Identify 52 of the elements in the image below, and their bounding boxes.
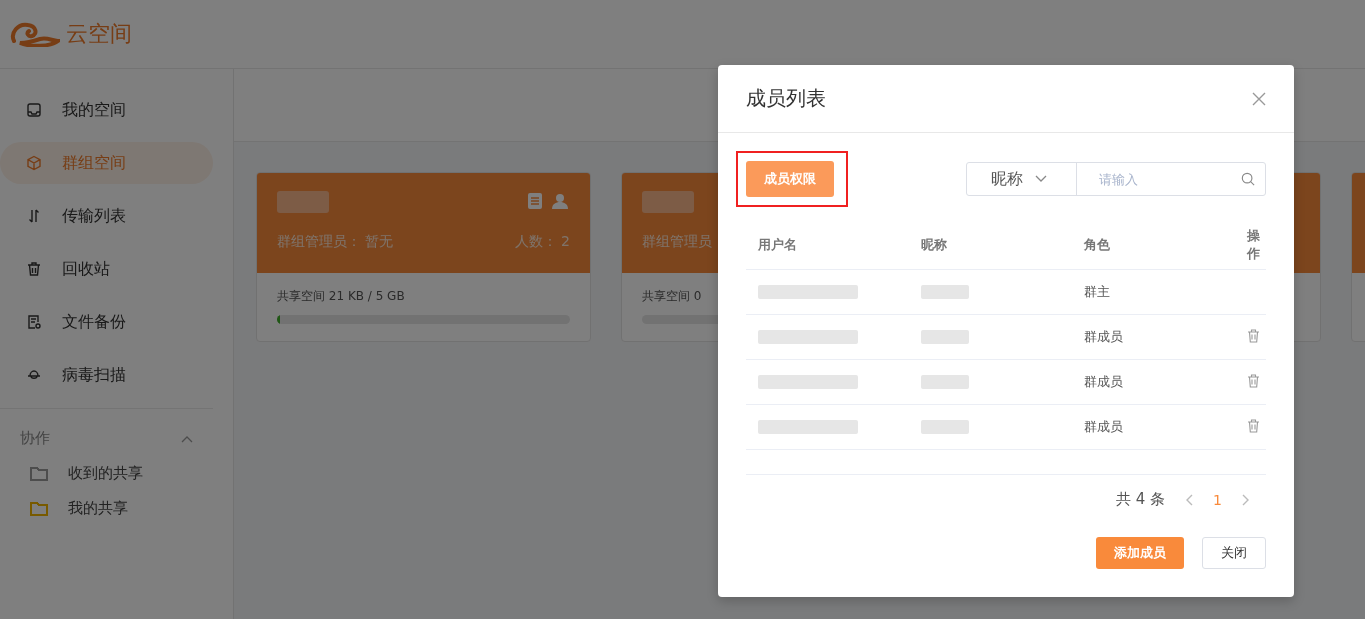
search-icon xyxy=(1241,171,1255,187)
section-header[interactable]: 协作 xyxy=(0,421,233,456)
trash-icon[interactable] xyxy=(1247,328,1260,343)
sidebar-item[interactable]: 病毒扫描 xyxy=(0,354,213,396)
sidebar-item[interactable]: 我的共享 xyxy=(0,491,233,526)
member-permissions-button[interactable]: 成员权限 xyxy=(746,161,834,197)
document-icon xyxy=(26,314,42,330)
field-select[interactable]: 昵称 xyxy=(967,163,1077,195)
trash-icon xyxy=(26,261,42,277)
redacted-block xyxy=(642,191,694,213)
redacted-block xyxy=(277,191,329,213)
redacted-block xyxy=(921,330,969,344)
trash-icon[interactable] xyxy=(1247,373,1260,388)
redacted-block xyxy=(921,285,969,299)
close-icon[interactable] xyxy=(1252,91,1266,106)
chevron-icon xyxy=(181,434,193,443)
app-name: 云空间 xyxy=(66,20,132,48)
column-header: 用户名 xyxy=(758,237,797,252)
sidebar-item[interactable]: 我的空间 xyxy=(0,89,213,131)
group-card[interactable]: 群组管理员： 暂无 人数： 2 共享空间 21 KB / 5 GB xyxy=(256,172,591,342)
storage-text: 共享空间 0 xyxy=(642,289,702,303)
role-cell: 群成员 xyxy=(1084,419,1123,434)
tray-icon xyxy=(26,102,42,118)
column-header: 操作 xyxy=(1247,228,1260,261)
user-icon[interactable] xyxy=(552,193,568,209)
sidebar-item[interactable]: 收到的共享 xyxy=(0,456,233,491)
sidebar-item[interactable]: 文件备份 xyxy=(0,301,213,343)
admin-label: 群组管理员 xyxy=(642,233,712,251)
total-count: 共 4 条 xyxy=(1116,490,1166,509)
trash-icon[interactable] xyxy=(1247,418,1260,433)
next-page-icon[interactable] xyxy=(1242,493,1250,506)
cloud-logo-icon xyxy=(10,21,60,47)
storage-text: 共享空间 21 KB / 5 GB xyxy=(277,289,405,303)
add-member-button[interactable]: 添加成员 xyxy=(1096,537,1184,569)
role-cell: 群主 xyxy=(1084,284,1110,299)
close-button[interactable]: 关闭 xyxy=(1202,537,1266,569)
column-header: 角色 xyxy=(1084,237,1110,252)
column-header: 昵称 xyxy=(921,237,947,252)
member-count: 人数： 2 xyxy=(514,233,570,251)
dialog-title: 成员列表 xyxy=(746,85,826,112)
cube-icon xyxy=(26,155,42,171)
redacted-block xyxy=(921,375,969,389)
redacted-block xyxy=(921,420,969,434)
document-icon[interactable] xyxy=(528,193,542,209)
sidebar-item[interactable]: 传输列表 xyxy=(0,195,213,237)
role-cell: 群成员 xyxy=(1084,329,1123,344)
page-number[interactable]: 1 xyxy=(1213,491,1222,508)
sidebar-item[interactable]: 回收站 xyxy=(0,248,213,290)
admin-label: 群组管理员： 暂无 xyxy=(277,233,394,251)
role-cell: 群成员 xyxy=(1084,374,1123,389)
chevron-down-icon xyxy=(1035,175,1047,183)
previous-page-icon[interactable] xyxy=(1185,493,1194,506)
